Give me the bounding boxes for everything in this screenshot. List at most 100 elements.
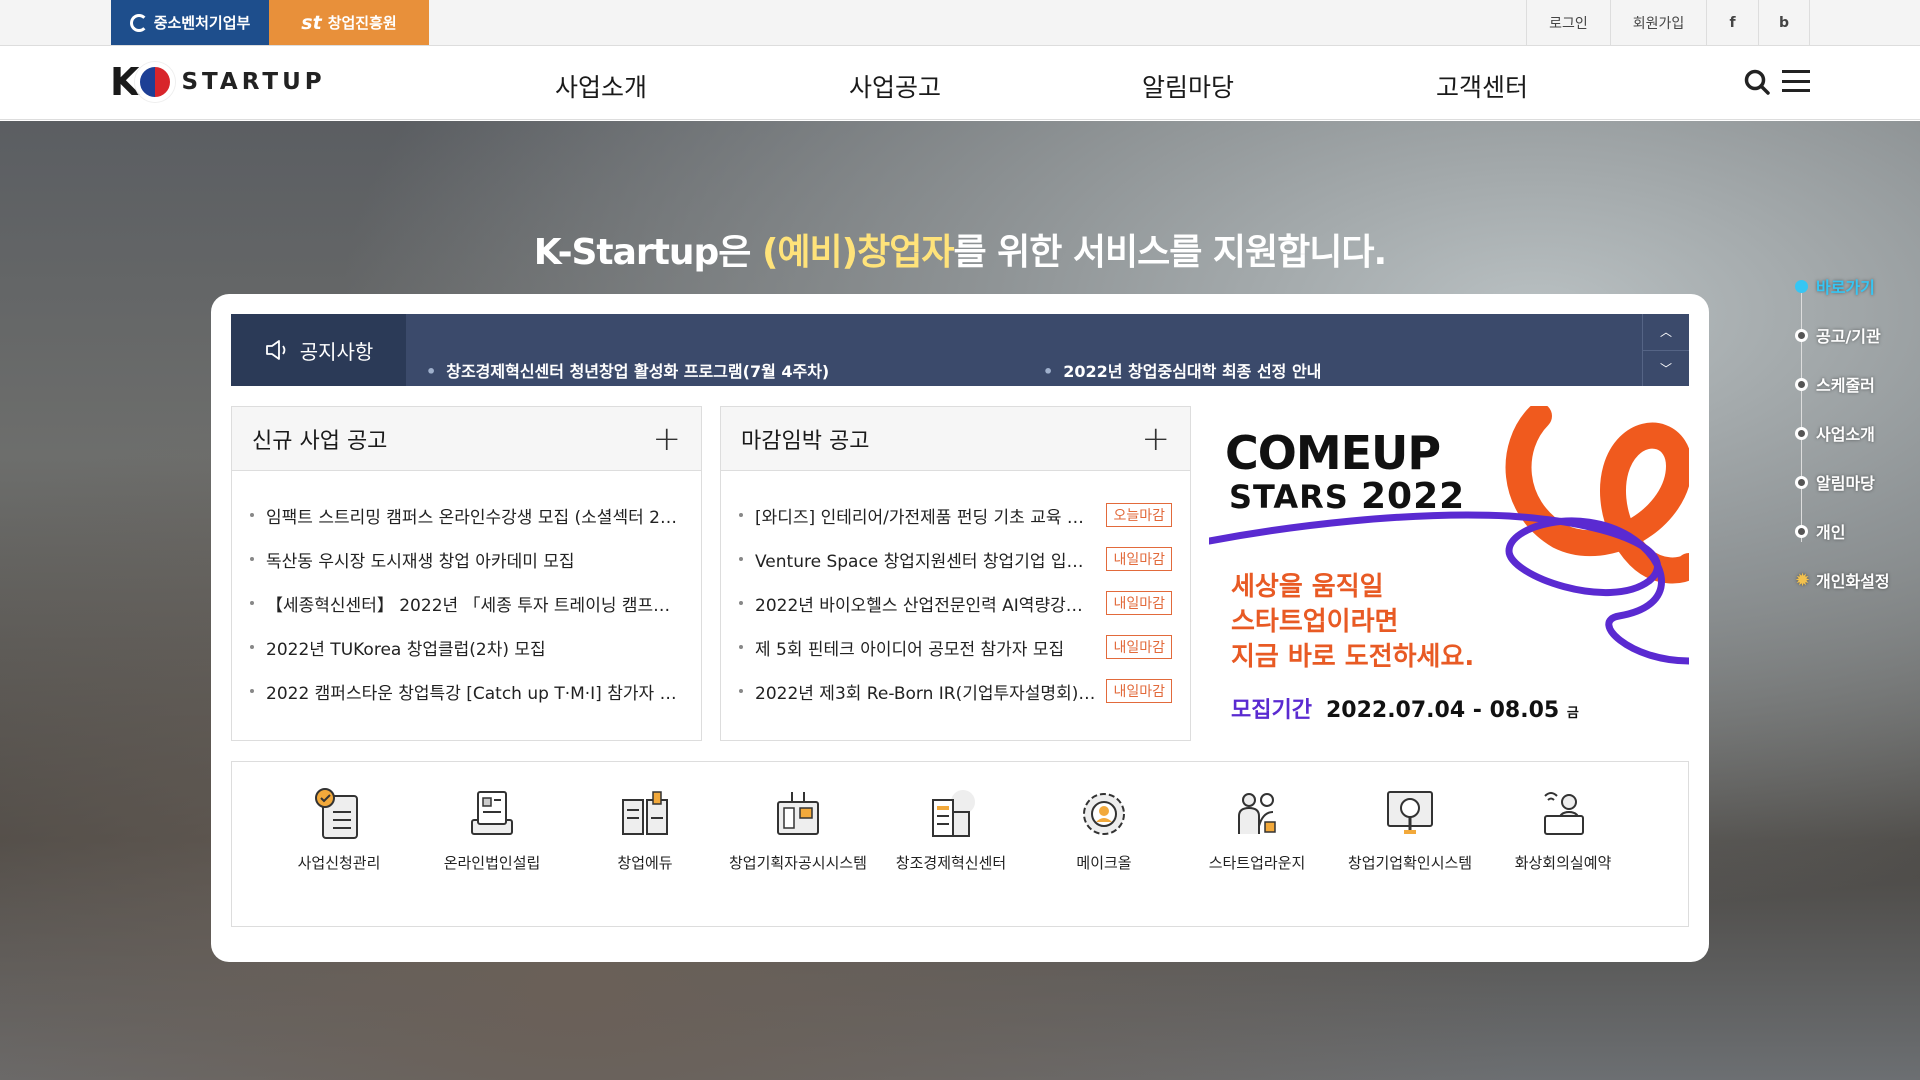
quick-scheduler[interactable]: 스케줄러 [1795,372,1875,396]
new-projects-list: 임팩트 스트리밍 캠퍼스 온라인수강생 모집 (소셜섹터 2… 독산동 우시장 … [232,471,701,713]
list-item[interactable]: [와디즈] 인테리어/가전제품 펀딩 기초 교육 … 오늘마감 [739,493,1172,537]
chevron-up-icon[interactable]: ︿ [1643,314,1689,351]
nav-business-announcement[interactable]: 사업공고 [849,68,941,104]
makeall-icon [1083,793,1125,835]
facebook-icon[interactable]: f [1706,0,1758,45]
mss-label: 중소벤처기업부 [153,14,251,32]
service-application-manage[interactable]: 사업신청관리 [269,786,409,873]
service-label: 창업기획자공시시스템 [728,854,867,872]
hero-title: K-Startup은 (예비)창업자를 위한 서비스를 지원합니다. [0,223,1920,275]
quick-label: 스케줄러 [1816,376,1875,395]
list-item-text: [와디즈] 인테리어/가전제품 펀딩 기초 교육 … [755,507,1084,528]
hero-title-suffix: 를 위한 서비스를 지원합니다. [953,232,1387,273]
list-item[interactable]: 임팩트 스트리밍 캠퍼스 온라인수강생 모집 (소셜섹터 2… [250,493,683,537]
service-label: 창조경제혁신센터 [895,854,1007,872]
banner-period: 모집기간 2022.07.04 - 08.05 금 [1231,692,1579,724]
signup-link[interactable]: 회원가입 [1610,0,1706,45]
list-item[interactable]: 2022 캠퍼스타운 창업특강 [Catch up T·M·I] 참가자 모집 [250,669,683,713]
service-accelerator-disclosure[interactable]: 창업기획자공시시스템 [728,786,868,873]
chevron-down-icon[interactable]: ﹀ [1643,351,1689,387]
service-video-conference[interactable]: 화상회의실예약 [1493,786,1633,873]
service-label: 메이크올 [1076,854,1132,872]
service-innovation-center[interactable]: 창조경제혁신센터 [881,786,1021,873]
list-item[interactable]: 2022년 바이오헬스 산업전문인력 AI역량강… 내일마감 [739,581,1172,625]
notice-item[interactable]: 창조경제혁신센터 청년창업 활성화 프로그램(7월 4주차) [426,358,829,382]
notice-item[interactable]: 2022년 창업중심대학 최종 선정 안내 [1043,358,1321,382]
application-manage-icon [315,788,358,839]
utility-bar: 중소벤처기업부 st 창업진흥원 로그인 회원가입 f b [0,0,1920,46]
list-item[interactable]: 2022년 제3회 Re-Born IR(기업투자설명회)… 내일마감 [739,669,1172,713]
deadline-projects-title: 마감임박 공고 [741,428,870,454]
hero-title-prefix: K-Startup은 [533,232,762,273]
service-startup-edu[interactable]: 창업에듀 [575,786,715,873]
quick-dot-icon [1795,426,1808,440]
gear-icon: ✹ [1795,569,1811,591]
new-projects-header: 신규 사업 공고 + [232,407,701,471]
service-online-corp[interactable]: 온라인법인설립 [422,786,562,873]
list-item[interactable]: 【세종혁신센터】 2022년 「세종 투자 트레이닝 캠프… [250,581,683,625]
video-conference-icon [1544,792,1584,835]
kised-link[interactable]: st 창업진흥원 [269,0,429,45]
deadline-badge: 내일마감 [1106,547,1172,571]
list-item-text: 2022년 바이오헬스 산업전문인력 AI역량강… [755,595,1083,616]
quick-dot-icon [1795,328,1808,342]
search-icon[interactable] [1743,68,1771,96]
service-startup-verify[interactable]: 창업기업확인시스템 [1340,786,1480,873]
quick-dot-icon [1795,279,1808,293]
nav-notice-board[interactable]: 알림마당 [1142,68,1234,104]
quick-personal[interactable]: 개인 [1795,519,1845,543]
list-item[interactable]: Venture Space 창업지원센터 창업기업 입… 내일마감 [739,537,1172,581]
nav-business-intro[interactable]: 사업소개 [555,68,647,104]
comeup-banner[interactable]: COMEUP STARS 2022 세상을 움직일 스타트업이라면 지금 바로 … [1209,406,1689,741]
quick-business-intro[interactable]: 사업소개 [1795,421,1875,445]
quick-personalize-settings[interactable]: ✹ 개인화설정 [1795,568,1890,592]
banner-period-day: 금 [1566,706,1579,721]
service-label: 창업기업확인시스템 [1347,854,1473,872]
nav-customer-center[interactable]: 고객센터 [1436,68,1528,104]
deadline-badge: 내일마감 [1106,635,1172,659]
banner-sub-label: STARS [1229,478,1349,516]
quick-label: 개인화설정 [1816,572,1890,591]
service-makeall[interactable]: 메이크올 [1034,786,1174,873]
quick-announcements[interactable]: 공고/기관 [1795,323,1881,347]
speaker-icon [265,340,286,360]
deadline-badge: 내일마감 [1106,591,1172,615]
quick-label: 사업소개 [1816,425,1875,444]
notice-label: 공지사항 [299,339,374,364]
service-label: 온라인법인설립 [443,854,541,872]
login-link[interactable]: 로그인 [1526,0,1610,45]
banner-copy-line: 지금 바로 도전하세요. [1231,642,1475,672]
deadline-projects-box: 마감임박 공고 + [와디즈] 인테리어/가전제품 펀딩 기초 교육 … 오늘마감… [720,406,1191,741]
notice-controls: ︿ ﹀ [1642,314,1689,386]
banner-title: COMEUP [1225,426,1441,480]
list-item[interactable]: 2022년 TUKorea 창업클럽(2차) 모집 [250,625,683,669]
service-lounge[interactable]: 스타트업라운지 [1187,786,1327,873]
deadline-badge: 오늘마감 [1106,503,1172,527]
top-links: 로그인 회원가입 f b [1526,0,1810,45]
banner-copy: 세상을 움직일 스타트업이라면 지금 바로 도전하세요. [1231,570,1474,675]
mss-link[interactable]: 중소벤처기업부 [111,0,269,45]
blog-icon[interactable]: b [1758,0,1810,45]
deadline-projects-header: 마감임박 공고 + [721,407,1190,471]
startup-verify-icon [1387,791,1433,834]
innovation-center-icon [932,790,975,837]
list-item-text: 【세종혁신센터】 2022년 「세종 투자 트레이닝 캠프… [266,595,671,616]
quick-notice-board[interactable]: 알림마당 [1795,470,1875,494]
hero-title-highlight: (예비)창업자 [761,232,955,273]
banner-copy-line: 세상을 움직일 [1231,572,1384,602]
mss-logo-icon [129,13,148,32]
quick-dot-icon [1795,475,1808,489]
notice-label-box[interactable]: 공지사항 [231,314,406,386]
list-item-text: 독산동 우시장 도시재생 창업 아카데미 모집 [266,551,575,572]
hamburger-menu-icon[interactable] [1782,70,1810,92]
service-shortcuts: 사업신청관리 온라인법인설립 창업에듀 창업기획자공시시스템 창조경제혁신센터 … [231,761,1689,927]
accelerator-disclosure-icon [777,792,819,835]
quick-label: 알림마당 [1816,474,1875,493]
online-corp-icon [471,791,513,835]
plus-icon[interactable]: + [653,422,682,456]
notice-ticker: 공지사항 창조경제혁신센터 청년창업 활성화 프로그램(7월 4주차) 2022… [231,314,1689,386]
list-item[interactable]: 독산동 우시장 도시재생 창업 아카데미 모집 [250,537,683,581]
plus-icon[interactable]: + [1142,422,1171,456]
quick-shortcuts[interactable]: 바로가기 [1795,274,1875,298]
list-item[interactable]: 제 5회 핀테크 아이디어 공모전 참가자 모집 내일마감 [739,625,1172,669]
